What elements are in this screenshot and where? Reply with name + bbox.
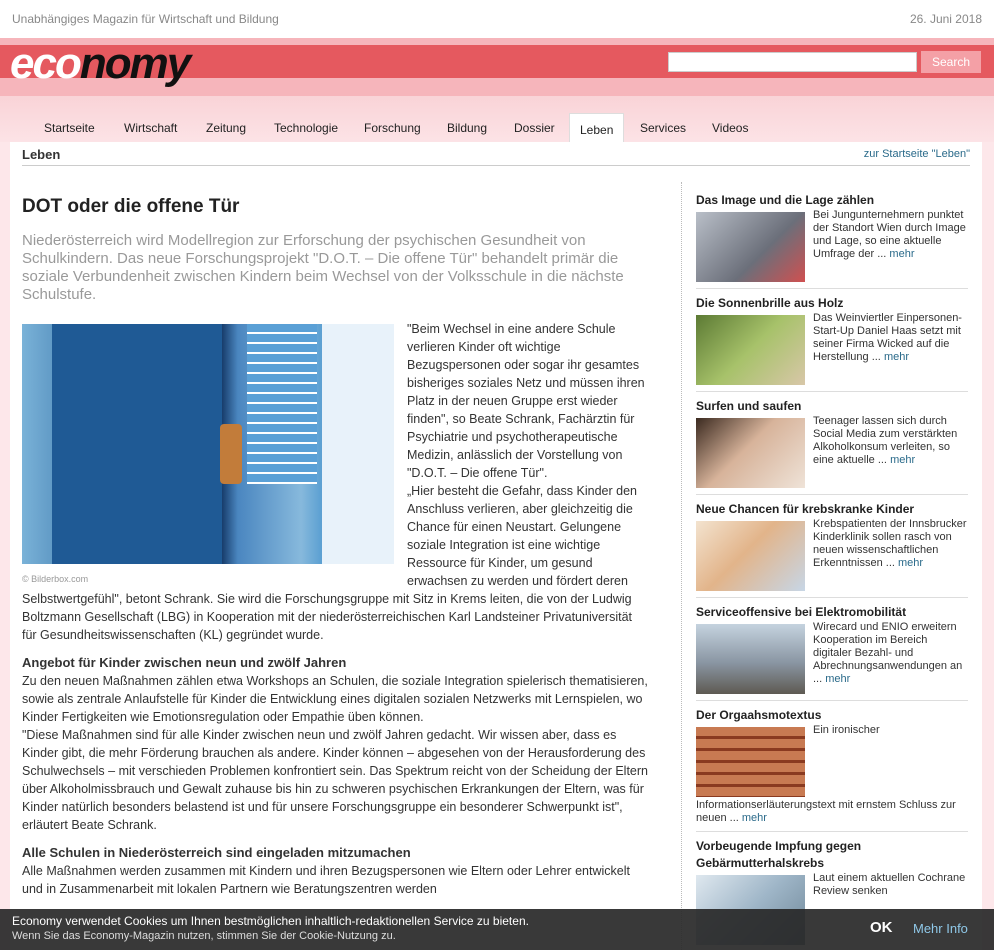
- sidebar-teaser[interactable]: Neue Chancen für krebskranke Kinder Kreb…: [696, 501, 968, 598]
- article-lead: Niederösterreich wird Modellregion zur E…: [22, 232, 624, 303]
- article-paragraph: Zu den neuen Maßnahmen zählen etwa Works…: [22, 674, 648, 724]
- search-button[interactable]: Search: [921, 51, 981, 73]
- tab-bildung[interactable]: Bildung: [447, 118, 487, 138]
- teaser-text: Informationserläuterungstext mit ernstem…: [696, 799, 956, 824]
- section-divider: [22, 165, 970, 166]
- logo-nomy: nomy: [79, 39, 191, 88]
- teaser-more-link[interactable]: mehr: [884, 351, 909, 363]
- teaser-more-link[interactable]: mehr: [898, 557, 923, 569]
- photo-wall: [322, 324, 394, 564]
- sidebar-teaser[interactable]: Serviceoffensive bei Elektromobilität Wi…: [696, 604, 968, 701]
- logo-eco: eco: [10, 39, 82, 88]
- teaser-more-link[interactable]: mehr: [889, 248, 914, 260]
- tab-startseite[interactable]: Startseite: [44, 118, 95, 138]
- current-date: 26. Juni 2018: [909, 12, 982, 26]
- teaser-title[interactable]: Neue Chancen für krebskranke Kinder: [696, 501, 968, 518]
- cookie-more-info-link[interactable]: Mehr Info: [913, 921, 968, 936]
- tab-technologie[interactable]: Technologie: [274, 118, 338, 138]
- main-nav: Startseite Wirtschaft Zeitung Technologi…: [0, 96, 994, 142]
- tab-dossier[interactable]: Dossier: [514, 118, 555, 138]
- content-panel: Leben zur Startseite "Leben" DOT oder di…: [10, 142, 982, 950]
- section-home-link[interactable]: zur Startseite "Leben": [864, 148, 970, 160]
- teaser-thumbnail[interactable]: [696, 521, 805, 591]
- teaser-title[interactable]: Die Sonnenbrille aus Holz: [696, 295, 968, 312]
- article-subheading: Angebot für Kinder zwischen neun und zwö…: [22, 655, 347, 670]
- teaser-more-link[interactable]: mehr: [890, 454, 915, 466]
- sidebar-teaser[interactable]: Die Sonnenbrille aus Holz Das Weinviertl…: [696, 295, 968, 392]
- article-paragraph: "Diese Maßnahmen sind für alle Kinder zw…: [22, 728, 649, 832]
- top-bar: Unabhängiges Magazin für Wirtschaft und …: [0, 0, 994, 38]
- teaser-text: Krebspatienten der Innsbrucker Kinderkli…: [813, 518, 967, 569]
- site-logo[interactable]: economy: [10, 39, 191, 88]
- photo-door: [52, 324, 222, 564]
- teaser-thumbnail[interactable]: [696, 727, 805, 797]
- article-paragraph: Alle Maßnahmen werden zusammen mit Kinde…: [22, 864, 630, 896]
- teaser-title[interactable]: Der Orgaahsmotextus: [696, 707, 968, 724]
- teaser-text: Teenager lassen sich durch Social Media …: [813, 415, 958, 466]
- image-caption: © Bilderbox.com: [22, 574, 89, 584]
- sidebar: Das Image und die Lage zählen Bei Jungun…: [696, 192, 968, 950]
- section-title: Leben: [22, 147, 61, 162]
- cookie-banner: Economy verwendet Cookies um Ihnen bestm…: [0, 909, 994, 950]
- article-title: DOT oder die offene Tür: [22, 196, 240, 217]
- site-tagline: Unabhängiges Magazin für Wirtschaft und …: [12, 12, 279, 26]
- brand-bar: economy Search: [0, 38, 994, 96]
- teaser-title[interactable]: Das Image und die Lage zählen: [696, 192, 968, 209]
- cookie-consent-note: Wenn Sie das Economy-Magazin nutzen, sti…: [12, 930, 396, 942]
- teaser-thumbnail[interactable]: [696, 624, 805, 694]
- teaser-title[interactable]: Serviceoffensive bei Elektromobilität: [696, 604, 968, 621]
- photo-flowerpot: [220, 424, 242, 484]
- article-subheading: Alle Schulen in Niederösterreich sind ei…: [22, 845, 411, 860]
- sidebar-divider: [681, 182, 682, 950]
- teaser-thumbnail[interactable]: [696, 418, 805, 488]
- article-body: © Bilderbox.com "Beim Wechsel in eine an…: [22, 304, 648, 898]
- teaser-more-link[interactable]: mehr: [742, 812, 767, 824]
- sidebar-teaser[interactable]: Der Orgaahsmotextus Ein ironischer Infor…: [696, 707, 968, 832]
- photo-stairs: [247, 324, 317, 484]
- teaser-text: Ein ironischer: [813, 724, 880, 736]
- tab-services[interactable]: Services: [640, 118, 686, 138]
- cookie-message: Economy verwendet Cookies um Ihnen bestm…: [12, 914, 529, 928]
- tab-videos[interactable]: Videos: [712, 118, 748, 138]
- sidebar-teaser[interactable]: Das Image und die Lage zählen Bei Jungun…: [696, 192, 968, 289]
- article: DOT oder die offene Tür Niederösterreich…: [22, 182, 648, 898]
- teaser-thumbnail[interactable]: [696, 315, 805, 385]
- teaser-title[interactable]: Surfen und saufen: [696, 398, 968, 415]
- article-figure: © Bilderbox.com: [22, 324, 397, 584]
- teaser-text: Laut einem aktuellen Cochrane Review sen…: [813, 872, 966, 897]
- teaser-thumbnail[interactable]: [696, 212, 805, 282]
- sidebar-teaser[interactable]: Surfen und saufen Teenager lassen sich d…: [696, 398, 968, 495]
- cookie-ok-button[interactable]: OK: [870, 919, 893, 936]
- tab-leben[interactable]: Leben: [569, 113, 625, 142]
- teaser-more-link[interactable]: mehr: [825, 673, 850, 685]
- tab-wirtschaft[interactable]: Wirtschaft: [124, 118, 177, 138]
- tab-zeitung[interactable]: Zeitung: [206, 118, 246, 138]
- teaser-title[interactable]: Vorbeugende Impfung gegen Gebärmutterhal…: [696, 838, 968, 872]
- search-input[interactable]: [668, 52, 917, 72]
- article-photo: [22, 324, 394, 564]
- tab-forschung[interactable]: Forschung: [364, 118, 421, 138]
